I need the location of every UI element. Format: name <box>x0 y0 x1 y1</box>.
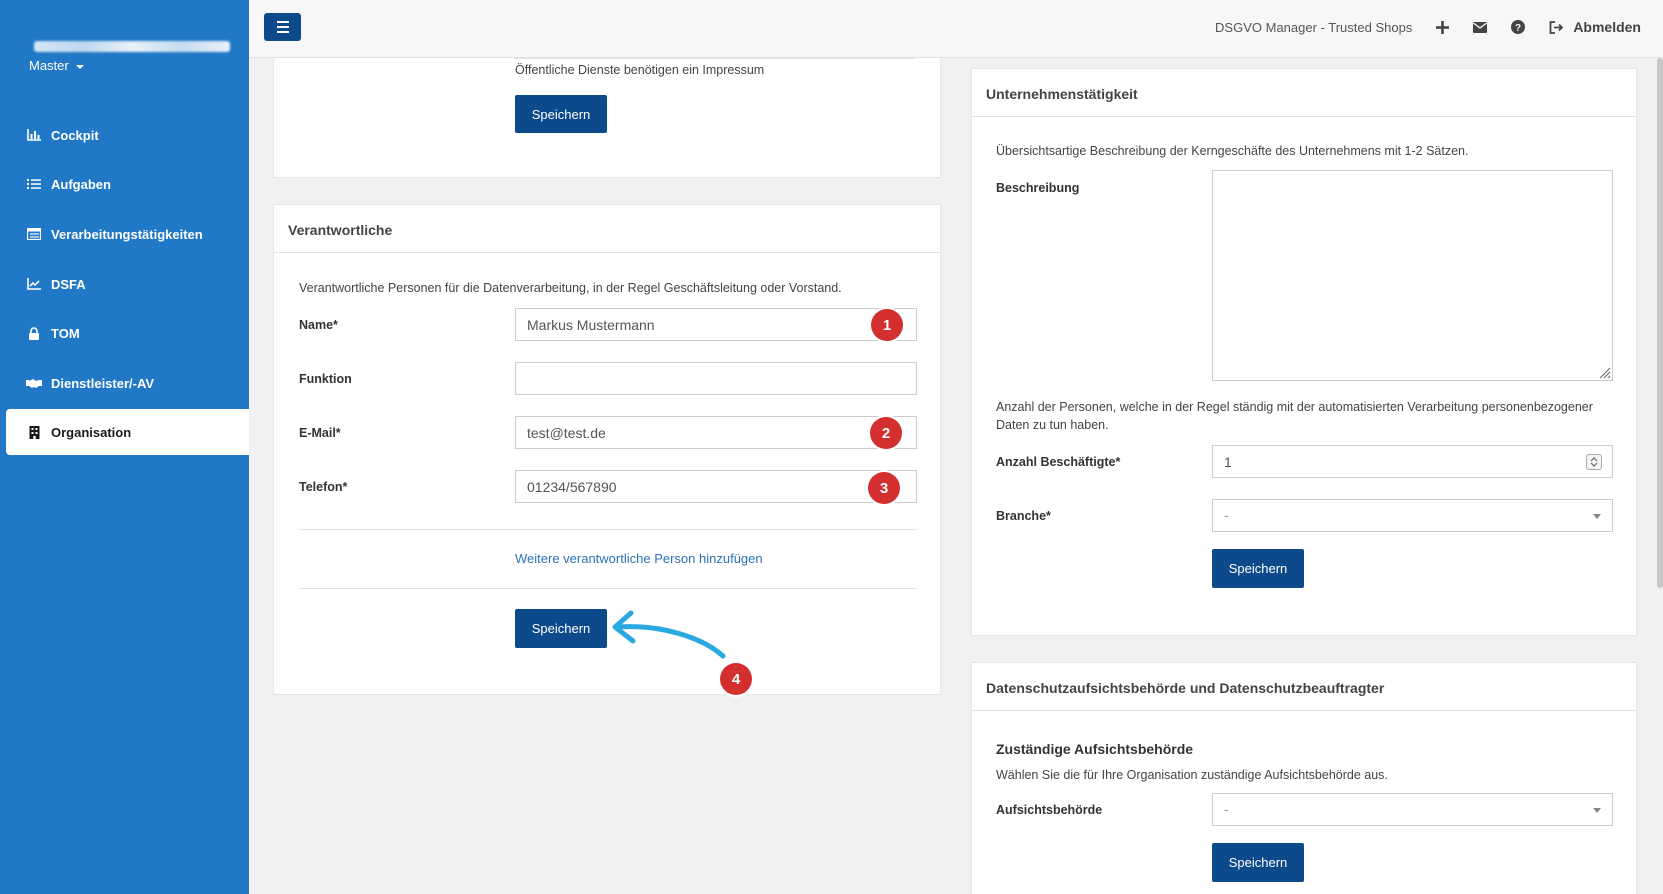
annotation-badge-1: 1 <box>871 309 903 341</box>
top-right-menu: DSGVO Manager - Trusted Shops ? Abmelden <box>1215 19 1641 35</box>
beschreibung-label: Beschreibung <box>996 181 1080 195</box>
caret-down-icon <box>75 64 84 69</box>
account-email-blurred <box>34 41 230 52</box>
panel-title: Datenschutzaufsichtsbehörde und Datensch… <box>972 663 1636 711</box>
persons-description: Anzahl der Personen, welche in der Regel… <box>996 400 1593 432</box>
employees-value: 1 <box>1224 454 1232 470</box>
employees-label: Anzahl Beschäftigte* <box>996 455 1121 469</box>
unternehmen-save-button[interactable]: Speichern <box>1212 549 1304 588</box>
app-name-link[interactable]: DSGVO Manager - Trusted Shops <box>1215 20 1412 35</box>
unternehmen-panel: Unternehmenstätigkeit Übersichtsartige B… <box>971 68 1637 636</box>
datenschutz-save-button[interactable]: Speichern <box>1212 843 1304 882</box>
branche-selected-value: - <box>1224 507 1229 523</box>
verantwortliche-description: Verantwortliche Personen für die Datenve… <box>299 281 842 295</box>
verantwortliche-panel: Verantwortliche Verantwortliche Personen… <box>273 204 941 695</box>
email-label: E-Mail* <box>299 426 341 440</box>
sidebar-item-label: Cockpit <box>51 127 99 143</box>
telefon-input[interactable]: 01234/567890 <box>515 470 917 503</box>
annotation-badge-3: 3 <box>868 472 900 504</box>
email-input[interactable]: test@test.de <box>515 416 917 449</box>
sidebar-item-label: Aufgaben <box>51 176 111 192</box>
panel-title: Verantwortliche <box>274 205 940 253</box>
beschreibung-textarea[interactable] <box>1212 170 1613 381</box>
sidebar-item-label: Dienstleister/-AV <box>51 375 155 391</box>
add-person-link[interactable]: Weitere verantwortliche Person hinzufüge… <box>515 551 763 566</box>
top-navbar: DSGVO Manager - Trusted Shops ? Abmelden <box>249 0 1663 58</box>
building-icon <box>26 425 42 439</box>
sidebar-item-dienstleister[interactable]: Dienstleister/-AV <box>6 360 249 406</box>
list-table-icon <box>26 227 42 241</box>
logout-button[interactable]: Abmelden <box>1549 19 1641 35</box>
envelope-icon[interactable] <box>1473 21 1488 33</box>
telefon-label: Telefon* <box>299 480 348 494</box>
funktion-input[interactable] <box>515 362 917 395</box>
sidebar-item-verarbeitungstaetigkeiten[interactable]: Verarbeitungstätigkeiten <box>6 211 249 257</box>
account-switcher[interactable]: Master <box>29 58 84 73</box>
sidebar-item-cockpit[interactable]: Cockpit <box>6 112 249 158</box>
sidebar-item-organisation[interactable]: Organisation <box>6 409 249 455</box>
task-list-icon <box>26 177 42 191</box>
svg-text:?: ? <box>1515 23 1521 34</box>
name-label: Name* <box>299 318 338 332</box>
impressum-panel: Öffentliche Dienste benötigen ein Impres… <box>273 58 941 178</box>
menu-toggle-button[interactable] <box>264 13 301 41</box>
authority-description: Wählen Sie die für Ihre Organisation zus… <box>996 768 1388 782</box>
annotation-badge-4: 4 <box>720 663 752 695</box>
chevron-down-icon <box>1593 808 1601 813</box>
sidebar-item-dsfa[interactable]: DSFA <box>6 261 249 307</box>
authority-selected-value: - <box>1224 801 1229 817</box>
authority-label: Aufsichtsbehörde <box>996 803 1103 817</box>
logout-label: Abmelden <box>1573 19 1641 35</box>
employees-number-input[interactable]: 1 <box>1212 445 1613 478</box>
account-label: Master <box>29 58 69 73</box>
sidebar-item-label: Organisation <box>51 424 132 440</box>
impressum-save-button[interactable]: Speichern <box>515 95 607 133</box>
branche-label: Branche* <box>996 509 1051 523</box>
name-input[interactable]: Markus Mustermann <box>515 308 917 341</box>
sidebar-item-label: Verarbeitungstätigkeiten <box>51 226 203 242</box>
handshake-icon <box>26 376 42 390</box>
sidebar-item-label: TOM <box>51 325 80 341</box>
annotation-badge-2: 2 <box>870 417 902 449</box>
lock-icon <box>26 326 42 340</box>
plus-icon[interactable] <box>1436 20 1450 34</box>
funktion-label: Funktion <box>299 372 352 386</box>
datenschutz-panel: Datenschutzaufsichtsbehörde und Datensch… <box>971 662 1637 894</box>
number-stepper-icon[interactable] <box>1586 454 1602 470</box>
chevron-down-icon <box>1593 514 1601 519</box>
sidebar: Master Cockpit Aufgaben Verarbeitungstät… <box>0 0 249 894</box>
panel-title: Unternehmenstätigkeit <box>972 69 1636 117</box>
annotation-arrow-icon <box>612 610 726 659</box>
bar-chart-icon <box>26 128 42 142</box>
verantwortliche-save-button[interactable]: Speichern <box>515 609 607 648</box>
page-scrollbar[interactable] <box>1657 58 1663 588</box>
line-chart-icon <box>26 277 42 291</box>
impressum-note: Öffentliche Dienste benötigen ein Impres… <box>515 63 765 77</box>
sidebar-item-label: DSFA <box>51 276 86 292</box>
help-icon[interactable]: ? <box>1511 20 1526 34</box>
sidebar-item-tom[interactable]: TOM <box>6 310 249 356</box>
authority-subtitle: Zuständige Aufsichtsbehörde <box>996 741 1194 757</box>
resize-handle-icon[interactable] <box>1599 367 1611 379</box>
unternehmen-description: Übersichtsartige Beschreibung der Kernge… <box>996 144 1469 158</box>
authority-select[interactable]: - <box>1212 793 1613 826</box>
logout-icon <box>1549 20 1564 34</box>
sidebar-item-aufgaben[interactable]: Aufgaben <box>6 161 249 207</box>
branche-select[interactable]: - <box>1212 499 1613 532</box>
